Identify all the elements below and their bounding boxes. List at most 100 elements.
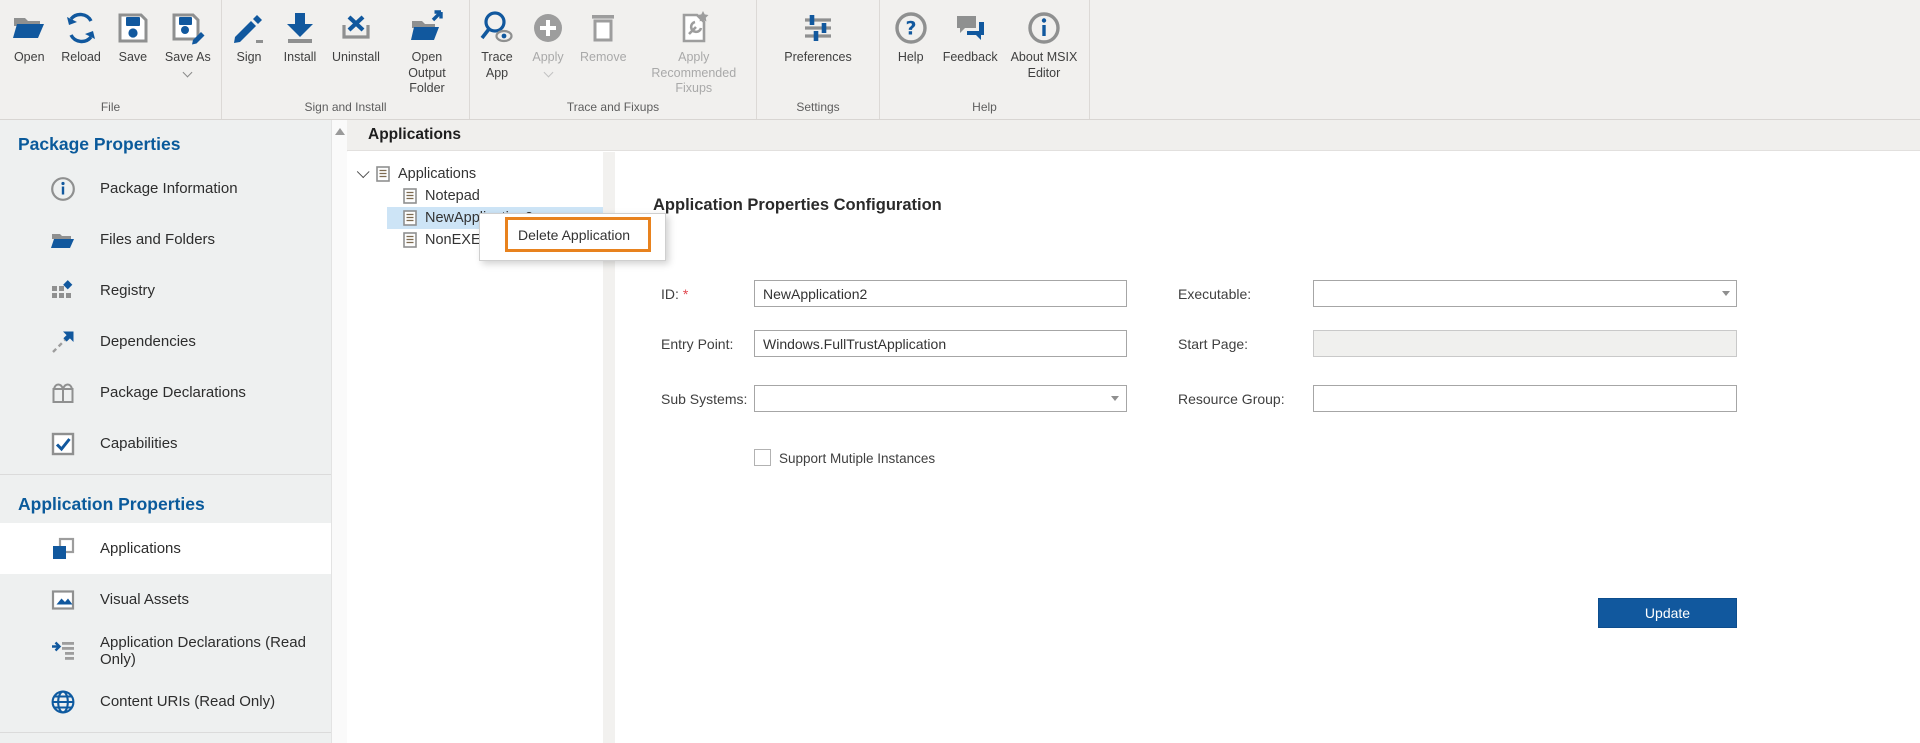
sidebar-item-capabilities[interactable]: Capabilities — [0, 418, 331, 469]
ribbon-item-label: Save As — [164, 50, 211, 64]
sidebar-item-label: Content URIs (Read Only) — [100, 693, 276, 710]
app-declarations-icon — [50, 638, 76, 664]
globe-icon — [50, 689, 76, 715]
ribbon-item-label: Open — [13, 50, 45, 64]
save-icon — [114, 9, 152, 47]
sub-systems-dropdown[interactable] — [754, 385, 1127, 412]
apply-icon — [529, 9, 567, 47]
update-button[interactable]: Update — [1598, 598, 1737, 628]
tree-item-label: Notepad — [425, 188, 480, 204]
ribbon-group-label: Trace and Fixups — [566, 100, 660, 114]
sidebar: Package Properties Package Information Fil… — [0, 120, 331, 743]
support-multiple-instances-label: Support Mutiple Instances — [779, 451, 936, 466]
open-icon — [10, 9, 48, 47]
document-icon — [403, 210, 417, 226]
save-as-icon — [169, 9, 207, 47]
sidebar-item-visual-assets[interactable]: Visual Assets — [0, 574, 331, 625]
delete-application-menu-item[interactable]: Delete Application — [505, 217, 651, 252]
chevron-down-icon[interactable] — [543, 67, 553, 78]
remove-button[interactable]: Remove — [574, 9, 633, 66]
entry-point-field[interactable] — [754, 330, 1127, 357]
start-page-field — [1313, 330, 1737, 357]
context-menu: Delete Application — [479, 213, 666, 261]
reload-button[interactable]: Reload — [55, 9, 107, 66]
sidebar-item-label: Dependencies — [100, 333, 196, 350]
document-icon — [403, 232, 417, 248]
ribbon-group-label: Sign and Install — [304, 100, 387, 114]
sidebar-item-application-declarations[interactable]: Application Declarations (Read Only) — [0, 625, 331, 676]
sign-button[interactable]: Sign — [224, 9, 274, 66]
document-icon — [376, 166, 390, 182]
ribbon-item-label: Save — [118, 50, 148, 64]
folder-icon — [50, 227, 76, 253]
id-label: ID: * — [661, 286, 689, 302]
ribbon-item-label: Apply Recommended Fixups — [651, 50, 737, 96]
save-button[interactable]: Save — [108, 9, 158, 66]
trace-app-icon — [478, 9, 516, 47]
sidebar-item-package-declarations[interactable]: Package Declarations — [0, 367, 331, 418]
fixups-icon — [675, 9, 713, 47]
trace-app-button[interactable]: Trace App — [472, 9, 522, 81]
gift-icon — [50, 380, 76, 406]
apply-recommended-fixups-button[interactable]: Apply Recommended Fixups — [634, 9, 754, 97]
chevron-down-icon[interactable] — [356, 165, 370, 179]
sidebar-heading: Application Properties — [18, 494, 205, 514]
install-icon — [281, 9, 319, 47]
ribbon-item-label: About MSIX Editor — [1010, 50, 1078, 80]
tree-item-applications[interactable]: Applications — [347, 163, 603, 185]
resource-group-label: Resource Group: — [1178, 391, 1285, 407]
ribbon-item-label: Feedback — [942, 50, 998, 64]
scroll-up-icon[interactable] — [335, 128, 345, 135]
apply-button[interactable]: Apply — [523, 9, 573, 78]
executable-dropdown[interactable] — [1313, 280, 1737, 307]
sidebar-item-registry[interactable]: Registry — [0, 265, 331, 316]
sidebar-item-label: Applications — [100, 540, 181, 557]
install-button[interactable]: Install — [275, 9, 325, 66]
sidebar-item-content-uris[interactable]: Content URIs (Read Only) — [0, 676, 331, 727]
ribbon-group-trace-and-fixups: Trace App Apply Remove Apply Recommended Fi… — [470, 0, 757, 119]
tree-item-notepad[interactable]: Notepad — [347, 185, 603, 207]
id-field[interactable] — [754, 280, 1127, 307]
ribbon: Open Reload Save Save As File Sign Install Unin… — [0, 0, 1920, 120]
sidebar-item-label: Registry — [100, 282, 156, 299]
uninstall-icon — [337, 9, 375, 47]
info-icon — [50, 176, 76, 202]
ribbon-item-label: Sign — [236, 50, 262, 64]
sidebar-item-label: Visual Assets — [100, 591, 189, 608]
tree-item-label: Applications — [398, 166, 477, 182]
help-button[interactable]: ? Help — [886, 9, 936, 66]
save-as-button[interactable]: Save As — [159, 9, 217, 78]
sidebar-item-files-and-folders[interactable]: Files and Folders — [0, 214, 331, 265]
preferences-button[interactable]: Preferences — [778, 9, 857, 66]
open-button[interactable]: Open — [4, 9, 54, 66]
about-msix-editor-button[interactable]: About MSIX Editor — [1005, 9, 1084, 81]
feedback-button[interactable]: Feedback — [937, 9, 1004, 66]
ribbon-item-label: Preferences — [784, 50, 852, 64]
sidebar-item-package-information[interactable]: Package Information — [0, 163, 331, 214]
open-output-folder-button[interactable]: Open Output Folder — [387, 9, 467, 97]
ribbon-group-label: File — [100, 100, 121, 114]
ribbon-group-file: Open Reload Save Save As File — [0, 0, 222, 119]
sidebar-item-applications[interactable]: Applications — [0, 523, 331, 574]
preferences-icon — [799, 9, 837, 47]
applications-icon — [50, 536, 76, 562]
page-title: Applications — [347, 120, 1920, 151]
visual-assets-icon — [50, 587, 76, 613]
sidebar-divider — [0, 474, 331, 475]
ribbon-item-label: Open Output Folder — [408, 50, 446, 96]
uninstall-button[interactable]: Uninstall — [326, 9, 386, 66]
support-multiple-instances-checkbox[interactable] — [754, 449, 771, 466]
sidebar-item-label: Package Declarations — [100, 384, 246, 401]
svg-text:?: ? — [905, 18, 916, 40]
resource-group-field[interactable] — [1313, 385, 1737, 412]
sidebar-item-dependencies[interactable]: Dependencies — [0, 316, 331, 367]
ribbon-group-sign-and-install: Sign Install Uninstall Open Output Folder Si… — [222, 0, 470, 119]
document-icon — [403, 188, 417, 204]
sidebar-scrollbar[interactable] — [331, 120, 348, 743]
remove-icon — [584, 9, 622, 47]
chevron-down-icon[interactable] — [182, 67, 193, 78]
ribbon-item-label: Apply — [532, 50, 564, 64]
sidebar-item-label: Files and Folders — [100, 231, 216, 248]
ribbon-item-label: Install — [283, 50, 317, 64]
required-asterisk: * — [682, 286, 689, 302]
